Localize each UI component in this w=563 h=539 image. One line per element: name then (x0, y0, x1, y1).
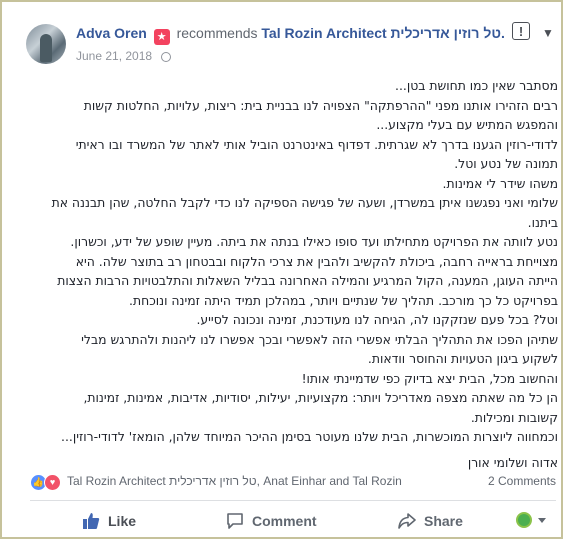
reaction-selector[interactable] (516, 512, 546, 528)
author-name[interactable]: Adva Oren (76, 25, 147, 41)
action-text: recommends (176, 25, 258, 41)
avatar[interactable] (26, 24, 66, 64)
page-name-link[interactable]: Tal Rozin Architect טל רוזין אדריכלית. (261, 25, 504, 41)
action-bar: Like Comment Share (30, 506, 556, 538)
body-line: הייתה העוגן, המענה, הקול המרגיע והמילה ה… (57, 273, 558, 288)
like-label: Like (108, 513, 137, 529)
love-reaction-icon: ♥ (44, 474, 61, 491)
divider (30, 500, 556, 501)
post-body: מסתבר שאין כמו תחושת בטן... רבים הזהירו א… (22, 76, 558, 472)
reaction-icons[interactable]: 👍 ♥ (30, 474, 61, 491)
body-line: רבים הזהירו אותנו מפני "ההרפתקה" הצפויה … (83, 97, 558, 113)
report-icon[interactable]: ! (512, 22, 530, 40)
body-line: שלומי ואני נפגשנו איתן במשרדן, ושעה של פ… (51, 195, 558, 210)
post-header: Adva Oren ★ recommends Tal Rozin Archite… (76, 25, 505, 45)
recommendation-star-icon: ★ (153, 29, 170, 45)
caret-down-icon (538, 517, 546, 523)
comment-label: Comment (252, 513, 317, 529)
post-frame: Adva Oren ★ recommends Tal Rozin Archite… (0, 0, 563, 539)
share-icon (398, 513, 416, 529)
share-label: Share (424, 513, 463, 529)
body-line: וכמחווה ליוצרות המוכשרות, הבית שלנו מעוט… (61, 429, 558, 444)
body-line: מצוייחת בראייה רחבה, ביכולת להקשיב ולהבי… (75, 253, 558, 269)
body-line: מסתבר שאין כמו תחושת בטן... (395, 78, 558, 93)
globe-icon[interactable] (161, 52, 172, 62)
body-line: הן כל מה שאתה מצפה מאדריכל ויותר: מקצועי… (83, 390, 558, 405)
body-line: שתיהן הפכו את התהליך הבלתי אפשרי הזה לאפ… (81, 331, 558, 347)
body-line: לדודי-רוזין הגענו בדרך לא שגרתית. דפדוף … (75, 136, 558, 152)
post-card: Adva Oren ★ recommends Tal Rozin Archite… (10, 10, 558, 538)
body-line: קשובות ומכילות. (470, 409, 558, 425)
likers-text[interactable]: Tal Rozin Architect טל רוזין אדריכלית, A… (67, 474, 402, 488)
share-button[interactable]: Share (398, 506, 463, 536)
post-meta: June 21, 2018 (76, 49, 172, 63)
body-line: וטל? בכל פעם שנזקקנו לה, הגיחה לנו מעודכ… (196, 312, 558, 327)
body-line: משהו שידר לי אמינות. (442, 175, 559, 191)
comments-count-link[interactable]: 2 Comments (488, 474, 556, 488)
body-line: ביתנו. (527, 214, 558, 230)
like-button[interactable]: Like (82, 506, 136, 536)
body-line: והחשוב מכל, הבית יצא בדיוק כפי שדמיינתי … (301, 370, 558, 386)
post-date[interactable]: June 21, 2018 (76, 49, 152, 63)
body-line: בפרויקט כל כך מורכב. תהליך של שנתיים ויו… (129, 292, 558, 308)
body-line: לשקוע ביגון הטעויות והחוסר וודאות. (367, 351, 558, 366)
reactions-summary: 👍 ♥ Tal Rozin Architect טל רוזין אדריכלית… (30, 472, 556, 492)
body-line: תמונה של נטע וטל. (454, 156, 558, 171)
chevron-down-icon[interactable]: ▼ (542, 26, 554, 40)
body-line: והמפגש המתיש עם בעלי מקצוע... (376, 117, 558, 132)
body-line: אדוה ושלומי אורן (467, 454, 558, 470)
body-line: נטע לוותה את הפרויקט מתחילתו ועד סופו כא… (70, 234, 558, 249)
page-avatar-icon (516, 512, 532, 528)
comment-icon (227, 513, 243, 529)
comment-button[interactable]: Comment (226, 506, 317, 536)
thumbs-up-icon (83, 513, 100, 529)
